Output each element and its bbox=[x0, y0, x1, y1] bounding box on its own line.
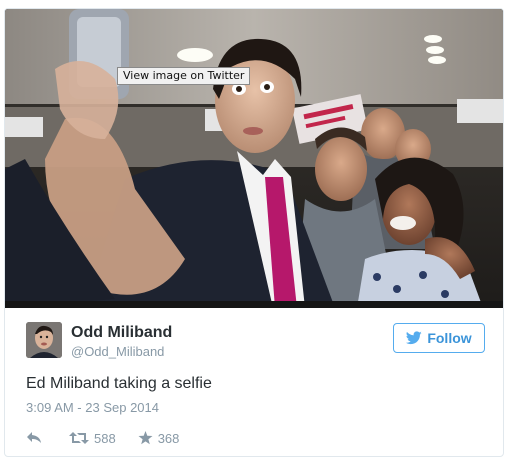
embedded-tweet-card: View image on Twitter Odd Miliband @Odd_… bbox=[4, 8, 504, 457]
selfie-photo-image bbox=[5, 9, 503, 308]
author-avatar[interactable] bbox=[26, 322, 62, 358]
retweet-count: 588 bbox=[94, 430, 116, 446]
follow-button[interactable]: Follow bbox=[393, 323, 485, 353]
retweet-icon bbox=[69, 432, 89, 444]
reply-button[interactable] bbox=[26, 431, 42, 445]
author-name[interactable]: Odd Miliband bbox=[71, 324, 172, 342]
view-image-tooltip: View image on Twitter bbox=[117, 67, 251, 85]
author-handle[interactable]: @Odd_Miliband bbox=[71, 344, 164, 359]
retweet-button[interactable]: 588 bbox=[69, 431, 116, 446]
tweet-text: Ed Miliband taking a selfie bbox=[26, 375, 212, 392]
tweet-actions: 588 368 bbox=[26, 429, 179, 447]
reply-icon bbox=[27, 432, 41, 443]
tweet-photo[interactable]: View image on Twitter bbox=[5, 9, 503, 308]
favorite-button[interactable]: 368 bbox=[138, 430, 180, 446]
twitter-bird-icon bbox=[406, 331, 423, 345]
star-icon bbox=[138, 431, 153, 445]
avatar-photo-icon bbox=[26, 322, 62, 358]
follow-label: Follow bbox=[427, 330, 472, 346]
tweet-timestamp[interactable]: 3:09 AM - 23 Sep 2014 bbox=[26, 400, 159, 415]
favorite-count: 368 bbox=[157, 430, 180, 446]
